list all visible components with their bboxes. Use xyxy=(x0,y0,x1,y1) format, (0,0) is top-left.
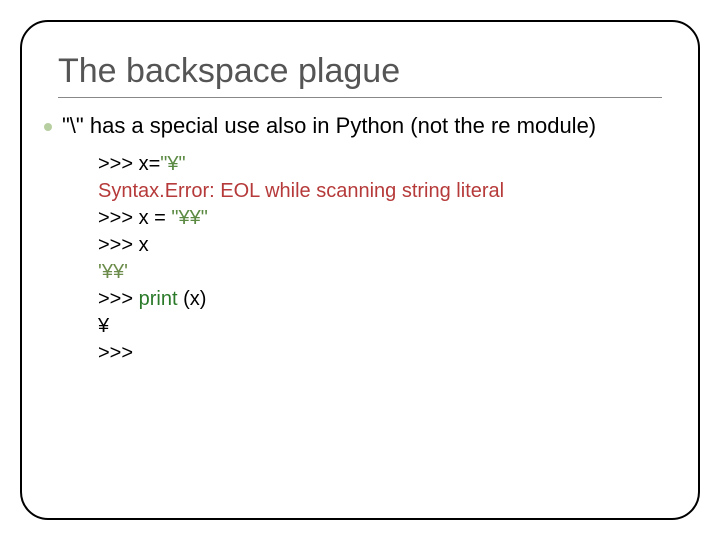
func-args: (x) xyxy=(183,288,206,310)
code-line-8: >>> xyxy=(98,340,662,367)
bullet-icon xyxy=(44,123,52,131)
repl-prompt: >>> xyxy=(98,153,139,175)
code-block: >>> x="¥" Syntax.Error: EOL while scanni… xyxy=(98,151,662,367)
code-line-2-error: Syntax.Error: EOL while scanning string … xyxy=(98,178,662,205)
slide-frame: The backspace plague "\" has a special u… xyxy=(20,20,700,520)
code-text: x = xyxy=(139,207,172,229)
repl-prompt: >>> xyxy=(98,288,139,310)
body-text-content: "\" has a special use also in Python (no… xyxy=(62,113,596,138)
code-line-5-output: '¥¥' xyxy=(98,259,662,286)
code-text: x= xyxy=(139,153,161,175)
code-line-4: >>> x xyxy=(98,232,662,259)
repl-prompt: >>> xyxy=(98,234,139,256)
repl-prompt: >>> xyxy=(98,207,139,229)
string-literal: "¥¥" xyxy=(171,207,207,229)
slide-title: The backspace plague xyxy=(58,52,662,98)
code-line-7-output: ¥ xyxy=(98,313,662,340)
body-text: "\" has a special use also in Python (no… xyxy=(62,112,662,141)
code-text: x xyxy=(139,234,149,256)
code-line-6: >>> print (x) xyxy=(98,286,662,313)
func-name: print xyxy=(139,288,183,310)
code-line-1: >>> x="¥" xyxy=(98,151,662,178)
string-literal: "¥" xyxy=(160,153,185,175)
repl-prompt: >>> xyxy=(98,342,133,364)
code-line-3: >>> x = "¥¥" xyxy=(98,205,662,232)
slide: The backspace plague "\" has a special u… xyxy=(0,0,720,540)
